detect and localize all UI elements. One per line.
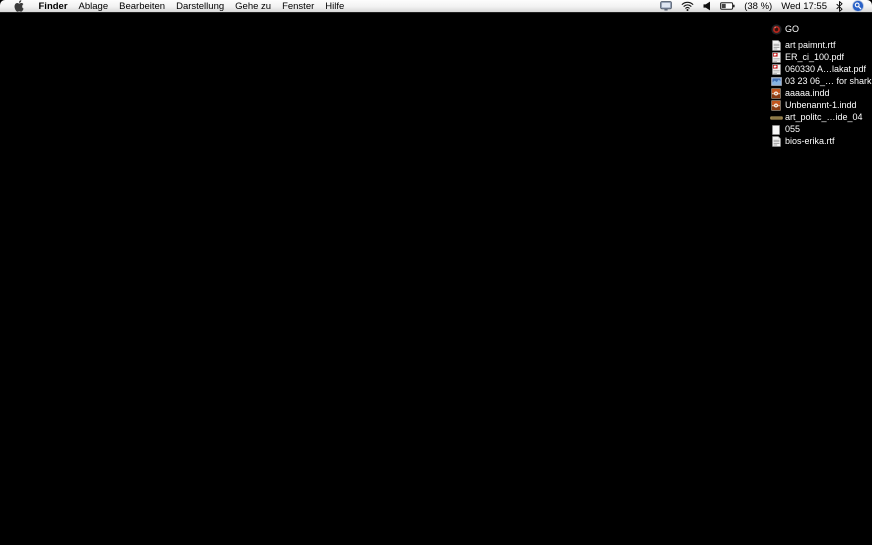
desktop-item-055[interactable]: 055 (769, 124, 870, 136)
desktop-item-label: bios-erika.rtf (785, 136, 835, 147)
desktop-item-label: 055 (785, 124, 800, 135)
desktop-item-label: art paimnt.rtf (785, 40, 836, 51)
desktop-item-03-23-06-for-shark[interactable]: 03 23 06_… for shark (769, 75, 870, 87)
rtf-document-icon (769, 136, 783, 147)
desktop-item-go[interactable]: GO (769, 23, 870, 36)
apple-logo-icon (14, 0, 24, 12)
desktop-item-060330-a-lakat-pdf[interactable]: 060330 A…lakat.pdf (769, 63, 870, 75)
menu-gehe-zu[interactable]: Gehe zu (230, 1, 277, 12)
menu-fenster[interactable]: Fenster (277, 1, 320, 12)
desktop-item-label: 060330 A…lakat.pdf (785, 64, 866, 75)
wifi-icon[interactable] (681, 1, 694, 11)
menu-hilfe[interactable]: Hilfe (320, 1, 350, 12)
image-file-icon (769, 77, 783, 86)
thin-image-file-icon (769, 116, 783, 120)
menu-bar-left: FinderAblageBearbeitenDarstellungGehe zu… (0, 0, 660, 12)
battery-percent[interactable]: (38 %) (744, 1, 772, 12)
indesign-document-icon (769, 100, 783, 111)
go-volume-icon (769, 24, 783, 35)
menu-bar: FinderAblageBearbeitenDarstellungGehe zu… (0, 0, 872, 13)
desktop-item-label: art_politc_…ide_04 (785, 112, 863, 123)
menu-bearbeiten[interactable]: Bearbeiten (114, 1, 171, 12)
desktop-item-label: GO (785, 24, 799, 35)
battery-icon[interactable] (720, 2, 735, 10)
apple-menu[interactable] (8, 0, 33, 12)
spotlight-icon[interactable] (852, 0, 864, 12)
desktop-item-label: 03 23 06_… for shark (785, 76, 872, 87)
desktop-icon-column: GO art paimnt.rtfER_ci_100.pdf060330 A…la… (769, 23, 870, 148)
menu-darstellung[interactable]: Darstellung (171, 1, 230, 12)
desktop-item-label: aaaaa.indd (785, 88, 830, 99)
desktop[interactable]: GO art paimnt.rtfER_ci_100.pdf060330 A…la… (0, 14, 872, 545)
desktop-item-bios-erika-rtf[interactable]: bios-erika.rtf (769, 136, 870, 148)
desktop-item-aaaaa-indd[interactable]: aaaaa.indd (769, 87, 870, 99)
desktop-item-art-politc-ide-04[interactable]: art_politc_…ide_04 (769, 112, 870, 124)
pdf-document-icon (769, 64, 783, 75)
desktop-item-art-paimnt-rtf[interactable]: art paimnt.rtf (769, 39, 870, 51)
desktop-item-label: Unbenannt-1.indd (785, 100, 857, 111)
menu-bar-status: (38 %) Wed 17:55 (660, 0, 872, 12)
indesign-document-icon (769, 88, 783, 99)
menu-list: FinderAblageBearbeitenDarstellungGehe zu… (33, 1, 350, 12)
displays-icon[interactable] (660, 1, 672, 11)
desktop-item-er-ci-100-pdf[interactable]: ER_ci_100.pdf (769, 51, 870, 63)
desktop-item-unbenannt-1-indd[interactable]: Unbenannt-1.indd (769, 99, 870, 111)
bluetooth-icon[interactable] (836, 1, 843, 12)
menu-bar-clock[interactable]: Wed 17:55 (781, 1, 827, 12)
blank-document-icon (769, 125, 783, 135)
desktop-item-label: ER_ci_100.pdf (785, 52, 844, 63)
menu-ablage[interactable]: Ablage (73, 1, 114, 12)
volume-icon[interactable] (703, 1, 711, 11)
pdf-document-icon (769, 52, 783, 63)
rtf-document-icon (769, 40, 783, 51)
menu-finder[interactable]: Finder (33, 1, 73, 12)
